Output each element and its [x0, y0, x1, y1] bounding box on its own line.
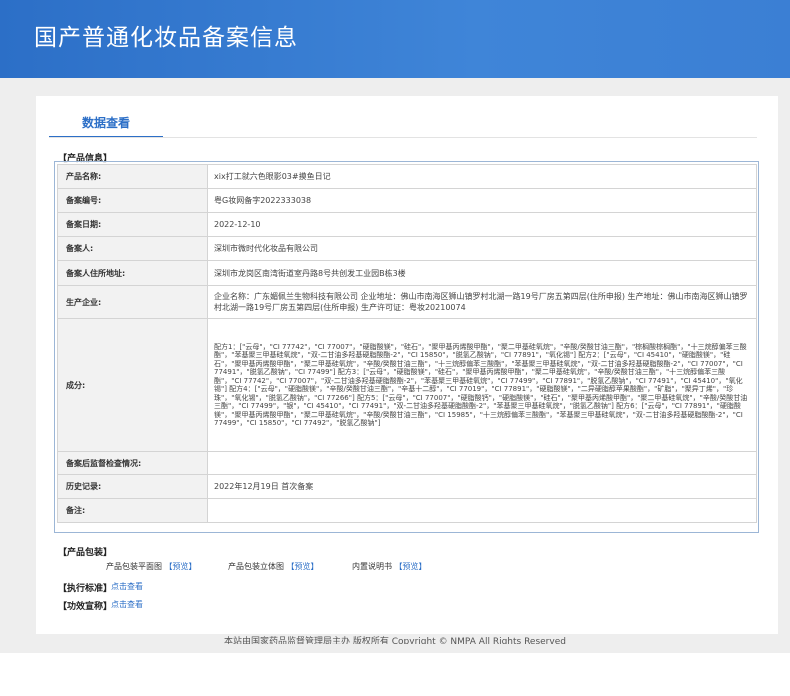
table-row: 备案日期: 2022-12-10 [57, 212, 757, 237]
preview-link[interactable]: 【预览】 [287, 562, 319, 571]
page-title: 国产普通化妆品备案信息 [34, 25, 298, 51]
efficacy-view-link[interactable]: 点击查看 [111, 599, 143, 610]
section-packaging: 【产品包装】 [58, 548, 113, 558]
section-efficacy: 【功效宣称】 [58, 602, 113, 612]
row-value: 深圳市微时代化妆品有限公司 [207, 236, 757, 261]
row-label: 备案日期: [57, 212, 208, 237]
packaging-item: 产品包装立体图 【预览】 [228, 561, 319, 572]
row-label: 备案人住所地址: [57, 260, 208, 286]
row-value: 2022年12月19日 首次备案 [207, 474, 757, 499]
row-label: 成分: [57, 318, 208, 452]
packaging-item-name: 产品包装立体图 [228, 562, 284, 571]
table-row: 备注: [57, 498, 757, 523]
tab-data-view[interactable]: 数据查看 [49, 110, 163, 138]
standard-view-link[interactable]: 点击查看 [111, 581, 143, 592]
section-standard: 【执行标准】 [58, 584, 113, 594]
row-label: 备案后监督检查情况: [57, 451, 208, 475]
packaging-item: 产品包装平面图 【预览】 [106, 561, 197, 572]
row-value: 粤G妆网备字2022333038 [207, 188, 757, 213]
preview-link[interactable]: 【预览】 [165, 562, 197, 571]
table-row: 备案后监督检查情况: [57, 451, 757, 475]
row-label: 备注: [57, 498, 208, 523]
packaging-item: 内置说明书 【预览】 [352, 561, 427, 572]
row-label: 备案人: [57, 236, 208, 261]
ingredients-value: 配方1：["云母"，"CI 77742"，"CI 77007"，"硬脂酸镁"，"… [207, 318, 757, 452]
table-row: 备案编号: 粤G妆网备字2022333038 [57, 188, 757, 213]
row-label: 产品名称: [57, 164, 208, 189]
product-info-table: 产品名称: xix打工就六色眼影03#摸鱼日记 备案编号: 粤G妆网备字2022… [57, 164, 757, 523]
row-label: 生产企业: [57, 285, 208, 319]
table-row: 产品名称: xix打工就六色眼影03#摸鱼日记 [57, 164, 757, 189]
table-row: 生产企业: 企业名称：广东媚佩兰生物科技有限公司 企业地址：佛山市南海区狮山镇罗… [57, 285, 757, 319]
page-footer: 本站由国家药品监督管理局主办 版权所有 Copyright © NMPA All… [224, 637, 566, 644]
table-row: 备案人住所地址: 深圳市龙岗区南湾街道室丹路8号共创发工业园B栋3楼 [57, 260, 757, 286]
row-value [207, 498, 757, 523]
table-row: 备案人: 深圳市微时代化妆品有限公司 [57, 236, 757, 261]
tab-divider [49, 137, 757, 138]
page-header: 国产普通化妆品备案信息 [0, 0, 790, 78]
table-row: 成分: 配方1：["云母"，"CI 77742"，"CI 77007"，"硬脂酸… [57, 318, 757, 452]
table-row: 历史记录: 2022年12月19日 首次备案 [57, 474, 757, 499]
row-value [207, 451, 757, 475]
preview-link[interactable]: 【预览】 [395, 562, 427, 571]
row-value: 深圳市龙岗区南湾街道室丹路8号共创发工业园B栋3楼 [207, 260, 757, 286]
row-value: 企业名称：广东媚佩兰生物科技有限公司 企业地址：佛山市南海区狮山镇罗村北湖一路1… [207, 285, 757, 319]
row-label: 历史记录: [57, 474, 208, 499]
row-value: xix打工就六色眼影03#摸鱼日记 [207, 164, 757, 189]
row-label: 备案编号: [57, 188, 208, 213]
packaging-item-name: 内置说明书 [352, 562, 392, 571]
packaging-item-name: 产品包装平面图 [106, 562, 162, 571]
row-value: 2022-12-10 [207, 212, 757, 237]
